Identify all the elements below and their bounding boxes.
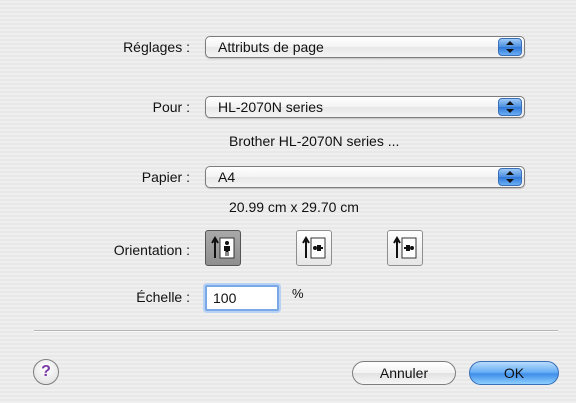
scale-input[interactable]: [205, 285, 279, 311]
format-for-popup[interactable]: HL-2070N series: [205, 96, 525, 118]
orientation-landscape-right-button[interactable]: [387, 230, 423, 266]
settings-popup[interactable]: Attributs de page: [205, 36, 525, 58]
portrait-orientation-icon: [211, 236, 235, 259]
settings-label: Réglages :: [123, 39, 190, 55]
popup-arrows-icon: [498, 38, 522, 56]
paper-popup-value: A4: [218, 169, 236, 185]
scale-label: Échelle :: [136, 289, 190, 305]
paper-popup[interactable]: A4: [205, 166, 525, 188]
landscape-right-orientation-icon: [393, 236, 417, 259]
paper-label: Papier :: [141, 169, 190, 185]
help-button[interactable]: ?: [33, 359, 59, 385]
paper-dimensions: 20.99 cm x 29.70 cm: [229, 199, 359, 215]
orientation-portrait-button[interactable]: [205, 230, 241, 266]
orientation-label: Orientation :: [113, 242, 190, 258]
settings-popup-value: Attributs de page: [218, 39, 324, 55]
format-for-popup-value: HL-2070N series: [218, 99, 324, 115]
cancel-button[interactable]: Annuler: [352, 361, 456, 385]
printer-description: Brother HL-2070N series ...: [229, 133, 400, 149]
page-setup-dialog: Réglages : Attributs de page Pour : HL-2…: [0, 0, 576, 403]
divider: [34, 330, 558, 332]
popup-arrows-icon: [498, 168, 522, 186]
orientation-landscape-left-button[interactable]: [296, 230, 332, 266]
scale-unit: %: [292, 286, 304, 301]
format-for-label: Pour :: [152, 99, 190, 115]
landscape-left-orientation-icon: [302, 236, 326, 259]
ok-button[interactable]: OK: [469, 361, 559, 385]
popup-arrows-icon: [498, 98, 522, 116]
